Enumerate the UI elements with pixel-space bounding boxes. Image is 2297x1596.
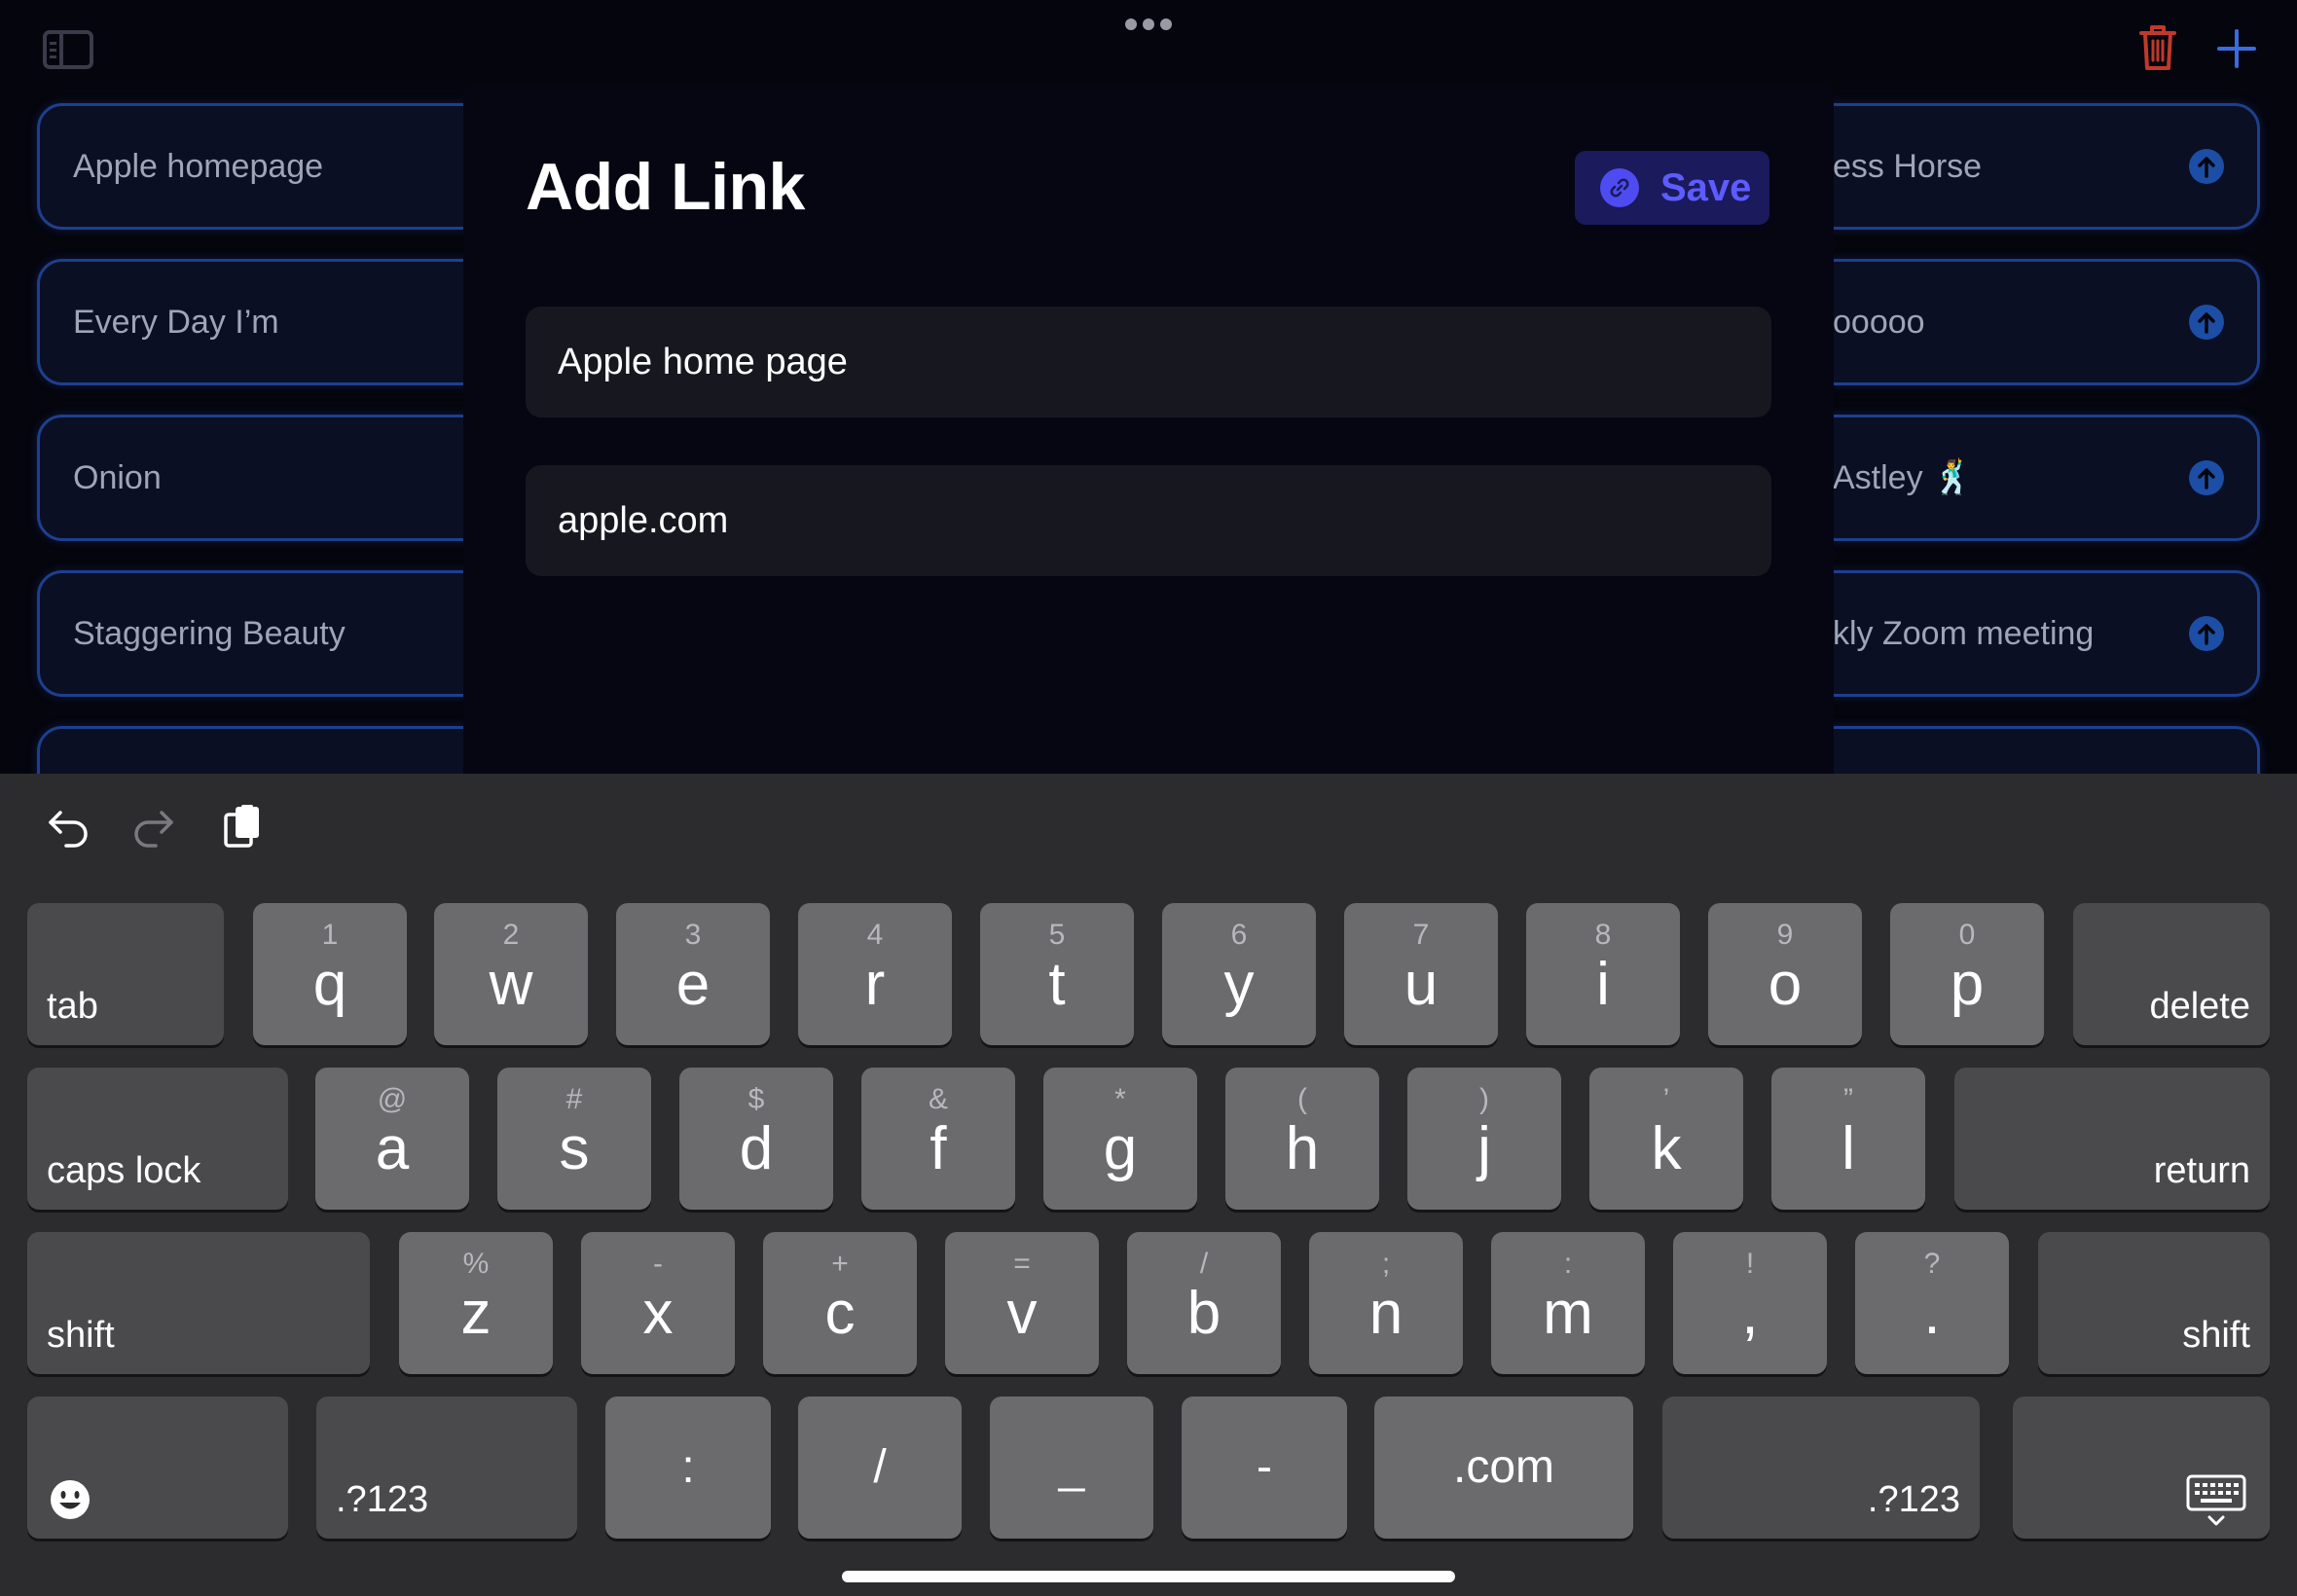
home-indicator[interactable] (842, 1571, 1455, 1582)
open-link-arrow-icon[interactable] (2189, 149, 2224, 184)
key-comma[interactable]: !, (1673, 1232, 1827, 1374)
key-k[interactable]: ’ k (1589, 1068, 1743, 1210)
numbers-left-key[interactable]: .?123 (316, 1396, 577, 1539)
key-underscore[interactable]: _ (990, 1396, 1153, 1539)
shift-left-key[interactable]: shift (27, 1232, 370, 1374)
key-v[interactable]: = v (945, 1232, 1099, 1374)
save-button-label: Save (1660, 165, 1752, 209)
sheet-title: Add Link (526, 150, 805, 224)
key-colon[interactable]: : (605, 1396, 771, 1539)
link-name-field-container (526, 307, 1771, 417)
link-card-title: Onion (73, 459, 162, 496)
key-a[interactable]: @ a (315, 1068, 469, 1210)
key-z[interactable]: % z (399, 1232, 553, 1374)
link-icon (1600, 168, 1639, 207)
delete-key[interactable]: delete (2073, 903, 2270, 1045)
key-r[interactable]: 4r (798, 903, 952, 1045)
link-url-field[interactable] (526, 465, 1771, 576)
key-h[interactable]: (h (1225, 1068, 1379, 1210)
tab-key[interactable]: tab (27, 903, 224, 1045)
open-link-arrow-icon[interactable] (2189, 305, 2224, 340)
key-n[interactable]: ; n (1309, 1232, 1463, 1374)
link-url-field-container (526, 465, 1771, 576)
key-u[interactable]: 7u (1344, 903, 1498, 1045)
plus-icon[interactable] (2217, 29, 2256, 68)
link-card-title: ess Horse (1833, 148, 1983, 185)
link-card-title: Apple homepage (73, 148, 324, 185)
key-e[interactable]: 3e (616, 903, 770, 1045)
key-l[interactable]: ” l (1771, 1068, 1925, 1210)
onscreen-keyboard: tab 1q 2w 3e 4r 5t 6y 7u 8i 9o 0p delete… (0, 774, 2297, 1596)
link-card-title: Every Day I’m (73, 304, 279, 341)
key-p[interactable]: 0p (1890, 903, 2044, 1045)
return-key[interactable]: return (1954, 1068, 2270, 1210)
link-card-title: Astley 🕺 (1833, 459, 1974, 496)
key-i[interactable]: 8i (1526, 903, 1680, 1045)
undo-icon[interactable] (45, 803, 91, 850)
save-button[interactable]: Save (1575, 151, 1769, 225)
key-slash[interactable]: / (798, 1396, 962, 1539)
add-link-sheet: Add Link Save (463, 83, 1834, 774)
more-options-icon[interactable] (1125, 18, 1172, 31)
trash-icon[interactable] (2137, 23, 2178, 72)
key-m[interactable]: :m (1491, 1232, 1645, 1374)
emoji-icon (51, 1480, 90, 1519)
keyboard-dismiss-icon (2186, 1474, 2246, 1526)
open-link-arrow-icon[interactable] (2189, 616, 2224, 651)
key-period[interactable]: ?. (1855, 1232, 2009, 1374)
key-s[interactable]: # s (497, 1068, 651, 1210)
link-card-title: ooooo (1833, 304, 1925, 341)
key-b[interactable]: / b (1127, 1232, 1281, 1374)
open-link-arrow-icon[interactable] (2189, 460, 2224, 495)
link-card-title: Staggering Beauty (73, 615, 346, 652)
key-q[interactable]: 1q (253, 903, 407, 1045)
key-t[interactable]: 5t (980, 903, 1134, 1045)
key-g[interactable]: * g (1043, 1068, 1197, 1210)
key-c[interactable]: + c (763, 1232, 917, 1374)
key-y[interactable]: 6y (1162, 903, 1316, 1045)
sidebar-toggle-icon[interactable] (43, 30, 93, 69)
caps-lock-key[interactable]: caps lock (27, 1068, 288, 1210)
key-x[interactable]: -x (581, 1232, 735, 1374)
shift-right-key[interactable]: shift (2038, 1232, 2270, 1374)
numbers-right-key[interactable]: .?123 (1662, 1396, 1980, 1539)
redo-icon[interactable] (130, 803, 177, 850)
key-hyphen[interactable]: - (1182, 1396, 1347, 1539)
link-name-field[interactable] (526, 307, 1771, 417)
key-w[interactable]: 2w (434, 903, 588, 1045)
key-f[interactable]: & f (861, 1068, 1015, 1210)
key-o[interactable]: 9o (1708, 903, 1862, 1045)
paste-icon[interactable] (220, 803, 267, 850)
key-j[interactable]: ) j (1407, 1068, 1561, 1210)
link-card-title: kly Zoom meeting (1833, 615, 2095, 652)
dismiss-keyboard-key[interactable] (2013, 1396, 2270, 1539)
link-list-app: Apple homepage Every Day I’m Onion Stagg… (0, 0, 2297, 774)
dotcom-key[interactable]: .com (1374, 1396, 1633, 1539)
emoji-key[interactable] (27, 1396, 288, 1539)
key-d[interactable]: $ d (679, 1068, 833, 1210)
